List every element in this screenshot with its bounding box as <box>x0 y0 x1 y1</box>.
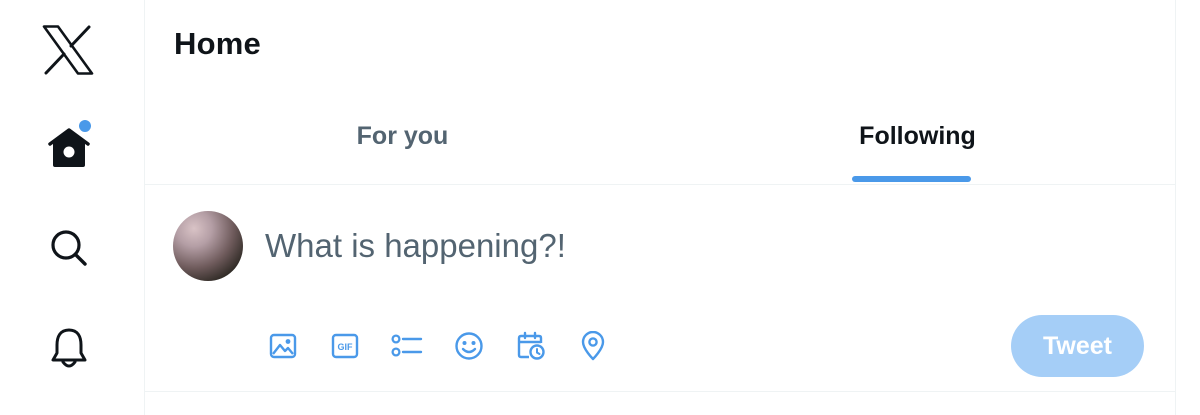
main-column: Home For you Following GIF <box>144 0 1176 415</box>
active-tab-indicator <box>852 176 971 182</box>
composer-toolbar: GIF <box>265 328 637 364</box>
tab-for-you[interactable]: For you <box>145 94 660 184</box>
home-icon <box>48 128 90 167</box>
compose-input[interactable] <box>265 223 1045 269</box>
page-title: Home <box>174 26 261 61</box>
notification-dot <box>79 120 91 132</box>
emoji-icon[interactable] <box>451 328 487 364</box>
sidebar-item-home[interactable] <box>44 120 94 174</box>
tab-following[interactable]: Following <box>660 94 1175 184</box>
x-logo-icon[interactable] <box>40 24 96 76</box>
tweet-composer: GIF <box>145 185 1175 392</box>
tweet-button[interactable]: Tweet <box>1011 315 1144 377</box>
sidebar-item-notifications[interactable] <box>44 322 94 374</box>
timeline-tabs: For you Following <box>145 94 1175 185</box>
search-icon <box>51 230 87 266</box>
bell-icon <box>51 328 87 368</box>
tab-label: Following <box>859 121 976 150</box>
svg-text:GIF: GIF <box>338 342 354 352</box>
tab-label: For you <box>356 121 449 150</box>
avatar[interactable] <box>173 211 243 281</box>
schedule-icon[interactable] <box>513 328 549 364</box>
sidebar <box>0 0 144 415</box>
gif-icon[interactable]: GIF <box>327 328 363 364</box>
location-icon[interactable] <box>575 328 611 364</box>
image-icon[interactable] <box>265 328 301 364</box>
poll-icon[interactable] <box>389 328 425 364</box>
sidebar-item-search[interactable] <box>44 222 94 274</box>
